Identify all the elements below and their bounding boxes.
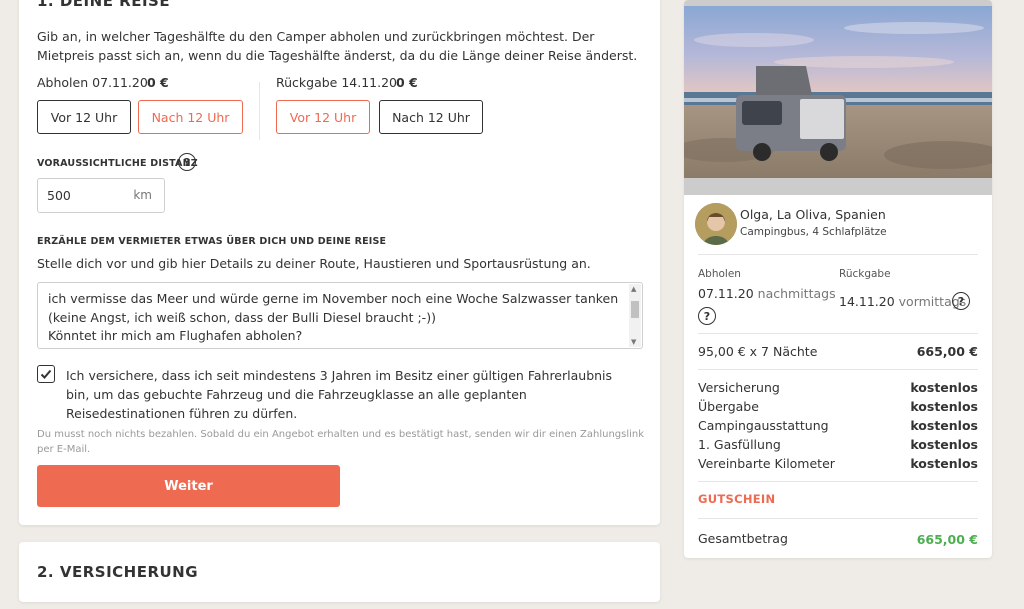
- summary-pickup-label: Abholen: [698, 268, 741, 280]
- host-name: Olga, La Oliva, Spanien: [740, 207, 886, 222]
- pickup-help-icon[interactable]: ?: [698, 307, 716, 325]
- host-avatar-image: [695, 203, 737, 245]
- distance-value: 500: [47, 188, 71, 203]
- extra-value: kostenlos: [910, 399, 978, 414]
- divider: [698, 518, 978, 519]
- extra-label: Versicherung: [698, 380, 780, 395]
- insurance-card[interactable]: 2. VERSICHERUNG: [19, 542, 660, 602]
- summary-pickup-date: 07.11.20: [698, 286, 754, 301]
- message-scrollbar[interactable]: ▲ ▼: [629, 284, 641, 347]
- license-checkbox[interactable]: [37, 365, 55, 383]
- total-label: Gesamtbetrag: [698, 531, 788, 546]
- distance-label: VORAUSSICHTLICHE DISTANZ: [37, 158, 198, 169]
- scroll-down-icon[interactable]: ▼: [631, 338, 636, 346]
- message-label: ERZÄHLE DEM VERMIETER ETWAS ÜBER DICH UN…: [37, 236, 387, 247]
- extra-label: 1. Gasfüllung: [698, 437, 781, 452]
- extra-value: kostenlos: [910, 437, 978, 452]
- pickup-return-divider: [259, 82, 260, 140]
- nights-label: 95,00 € x 7 Nächte: [698, 344, 818, 359]
- extra-label: Vereinbarte Kilometer: [698, 456, 835, 471]
- nights-total: 665,00 €: [916, 344, 978, 359]
- summary-pickup-time: nachmittags: [757, 286, 836, 301]
- distance-unit: km: [133, 188, 152, 202]
- return-before-noon-button[interactable]: Vor 12 Uhr: [276, 100, 370, 134]
- pickup-before-noon-button[interactable]: Vor 12 Uhr: [37, 100, 131, 134]
- scrollbar-thumb[interactable]: [631, 301, 639, 318]
- divider: [698, 369, 978, 370]
- pickup-price: 0 €: [147, 75, 169, 90]
- extra-value: kostenlos: [910, 456, 978, 471]
- extra-value: kostenlos: [910, 380, 978, 395]
- extra-label: Campingausstattung: [698, 418, 829, 433]
- camper-photo: [684, 0, 992, 195]
- scroll-up-icon[interactable]: ▲: [631, 285, 636, 293]
- voucher-link[interactable]: GUTSCHEIN: [698, 492, 775, 506]
- pickup-date-label: Abholen 07.11.20: [37, 75, 148, 90]
- message-text: ich vermisse das Meer und würde gerne im…: [48, 291, 619, 343]
- trip-intro-text: Gib an, in welcher Tageshälfte du den Ca…: [37, 29, 638, 63]
- return-after-noon-button[interactable]: Nach 12 Uhr: [379, 100, 483, 134]
- extra-label: Übergabe: [698, 399, 759, 414]
- divider: [698, 481, 978, 482]
- summary-return-date: 14.11.20: [839, 294, 895, 309]
- license-text: Ich versichere, dass ich seit mindestens…: [66, 368, 613, 421]
- return-date-label: Rückgabe 14.11.20: [276, 75, 398, 90]
- submit-button[interactable]: Weiter: [37, 465, 340, 507]
- payment-note: Du musst noch nichts bezahlen. Sobald du…: [37, 429, 645, 455]
- summary-pickup-datetime: 07.11.20 nachmittags: [698, 286, 836, 301]
- distance-help-icon[interactable]: ?: [178, 153, 196, 171]
- pickup-after-noon-button[interactable]: Nach 12 Uhr: [138, 100, 243, 134]
- checkmark-icon: [40, 369, 52, 379]
- summary-return-datetime: 14.11.20 vormittags: [839, 294, 966, 309]
- summary-return-label: Rückgabe: [839, 268, 891, 280]
- section-title-trip: 1. DEINE REISE: [37, 0, 171, 10]
- vehicle-type: Campingbus, 4 Schlafplätze: [740, 226, 887, 238]
- return-price: 0 €: [396, 75, 418, 90]
- total-value: 665,00 €: [916, 532, 978, 547]
- trip-card: 1. DEINE REISE Gib an, in welcher Tagesh…: [19, 0, 660, 525]
- message-hint: Stelle dich vor und gib hier Details zu …: [37, 256, 591, 271]
- avatar: [695, 203, 737, 245]
- return-help-icon[interactable]: ?: [952, 292, 970, 310]
- section-title-insurance[interactable]: 2. VERSICHERUNG: [37, 563, 198, 581]
- extra-value: kostenlos: [910, 418, 978, 433]
- divider: [698, 254, 978, 255]
- message-textarea[interactable]: ich vermisse das Meer und würde gerne im…: [37, 282, 643, 349]
- distance-input[interactable]: 500 km: [37, 178, 165, 213]
- booking-summary-card: Olga, La Oliva, Spanien Campingbus, 4 Sc…: [684, 0, 992, 558]
- divider: [698, 333, 978, 334]
